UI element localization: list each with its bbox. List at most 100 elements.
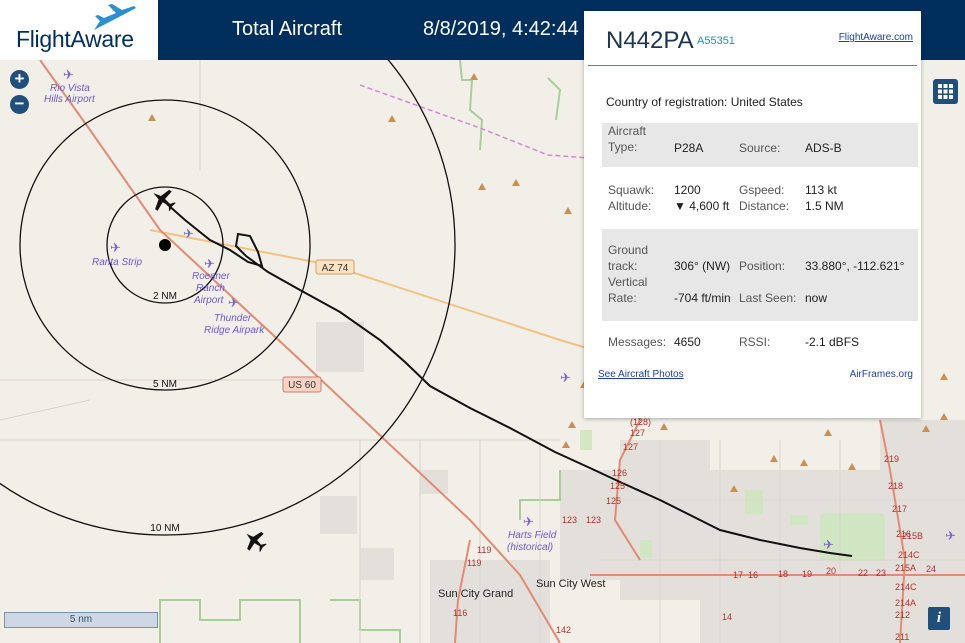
- source-value: ADS-B: [805, 141, 842, 155]
- distance-label: Distance:: [739, 199, 790, 213]
- squawk-value: 1200: [674, 183, 701, 197]
- label-thunder-2: Ridge Airpark: [204, 325, 265, 336]
- svg-text:✈: ✈: [110, 241, 121, 256]
- gspeed-value: 113 kt: [805, 183, 837, 197]
- route-number: 127: [630, 428, 645, 438]
- route-number: 214A: [895, 598, 916, 608]
- label-rio-vista-2: Hills Airport: [44, 94, 96, 105]
- svg-text:✈: ✈: [63, 68, 74, 83]
- ring-label-5nm: 5 NM: [153, 379, 177, 390]
- scale-bar: 5 nm: [4, 612, 158, 628]
- svg-text:✈: ✈: [560, 371, 571, 386]
- label-roesner: Roesner: [192, 271, 230, 282]
- total-aircraft-label: Total Aircraft: [232, 18, 343, 40]
- label-sun-city-grand: Sun City Grand: [438, 588, 513, 600]
- route-number: 127: [623, 442, 638, 452]
- route-number: 14: [722, 612, 732, 622]
- route-number: 119: [467, 558, 481, 568]
- route-number: 142: [556, 625, 571, 635]
- svg-text:AZ 74: AZ 74: [322, 263, 349, 274]
- rssi-label: RSSI:: [739, 335, 771, 349]
- flightaware-logo[interactable]: FlightAware: [0, 0, 158, 60]
- route-number: 119: [477, 545, 491, 555]
- route-number: 123: [562, 515, 577, 525]
- registration: N442PA: [606, 27, 694, 54]
- altitude-label: Altitude:: [608, 199, 652, 213]
- label-harts: Harts Field: [508, 530, 557, 541]
- last-seen-label: Last Seen:: [739, 291, 797, 305]
- distance-value: 1.5 NM: [805, 199, 844, 213]
- country-row: Country of registration: United States: [606, 95, 803, 109]
- receiver-location: [159, 239, 171, 251]
- last-seen-value: now: [805, 291, 828, 305]
- route-number: 214C: [895, 582, 917, 592]
- gspeed-label: Gspeed:: [739, 183, 785, 197]
- ring-label-10nm: 10 NM: [150, 523, 179, 534]
- position-value: 33.880°, -112.621°: [805, 259, 905, 273]
- flightaware-link[interactable]: FlightAware.com: [839, 32, 913, 43]
- route-number: 18: [778, 569, 788, 579]
- route-number: 22: [858, 568, 868, 578]
- route-number: 24: [926, 564, 936, 574]
- ring-label-2nm: 2 NM: [153, 291, 177, 302]
- route-number: 215B: [902, 531, 923, 541]
- country-value: United States: [730, 95, 803, 109]
- svg-text:US 60: US 60: [288, 380, 316, 391]
- label-roesner-3: Airport: [193, 295, 225, 306]
- road-shield-az74: AZ 74: [315, 259, 355, 275]
- vertical-rate-value: -704 ft/min: [674, 291, 731, 305]
- route-number: 20: [826, 566, 836, 576]
- route-number: 17: [733, 570, 743, 580]
- label-thunder: Thunder: [214, 313, 252, 324]
- label-harts-2: (historical): [507, 542, 553, 553]
- route-number: 125: [606, 496, 621, 506]
- grid-icon: [938, 84, 953, 99]
- route-number: 212: [895, 610, 910, 620]
- zoom-in-button[interactable]: +: [10, 70, 29, 89]
- label-rio-vista: Rio Vista: [50, 83, 90, 94]
- route-number: 214C: [898, 550, 920, 560]
- svg-text:✈: ✈: [523, 515, 534, 530]
- timestamp: 8/8/2019, 4:42:44: [423, 18, 579, 40]
- svg-text:✈: ✈: [183, 227, 194, 242]
- info-button[interactable]: i: [928, 607, 950, 630]
- route-number: 116: [453, 608, 467, 618]
- rssi-value: -2.1 dBFS: [805, 335, 860, 349]
- messages-label: Messages:: [608, 335, 667, 349]
- label-sun-city-west: Sun City West: [536, 578, 606, 590]
- route-number: 16: [748, 570, 758, 580]
- route-number: 23: [876, 568, 886, 578]
- route-number: 215A: [895, 563, 916, 573]
- hex-code[interactable]: A55351: [697, 35, 735, 47]
- ground-track-value: 306° (NW): [674, 259, 731, 273]
- see-aircraft-photos-link[interactable]: See Aircraft Photos: [598, 369, 684, 380]
- source-label: Source:: [739, 141, 781, 155]
- zoom-out-button[interactable]: −: [10, 95, 29, 114]
- messages-value: 4650: [674, 335, 701, 349]
- label-ranta-strip: Ranta Strip: [92, 257, 142, 268]
- route-number: 19: [802, 569, 812, 579]
- svg-text:✈: ✈: [823, 538, 834, 553]
- aircraft-type-value: P28A: [674, 141, 704, 155]
- svg-text:✈: ✈: [945, 529, 956, 544]
- logo-text: FlightAware: [16, 26, 134, 52]
- route-number: 217: [892, 504, 907, 514]
- layers-button[interactable]: [933, 79, 958, 104]
- route-number: 219: [884, 454, 899, 464]
- route-number: 123: [586, 515, 601, 525]
- aircraft-info-panel: N442PA A55351 FlightAware.com Country of…: [584, 11, 921, 418]
- svg-text:✈: ✈: [204, 257, 215, 272]
- route-number: (128): [630, 417, 651, 427]
- aircraft-type-label: Aircraft Type:: [608, 124, 647, 154]
- altitude-value: ▼ 4,600 ft: [674, 199, 730, 213]
- panel-divider: [588, 65, 917, 66]
- route-number: 218: [888, 481, 903, 491]
- squawk-label: Squawk:: [608, 183, 655, 197]
- road-shield-us60: US 60: [282, 376, 322, 393]
- position-label: Position:: [739, 259, 786, 273]
- country-label: Country of registration:: [606, 95, 728, 109]
- svg-text:✈: ✈: [228, 296, 239, 311]
- label-roesner-2: Ranch: [196, 283, 225, 294]
- airframes-link[interactable]: AirFrames.org: [850, 369, 913, 380]
- route-number: 211: [895, 632, 909, 642]
